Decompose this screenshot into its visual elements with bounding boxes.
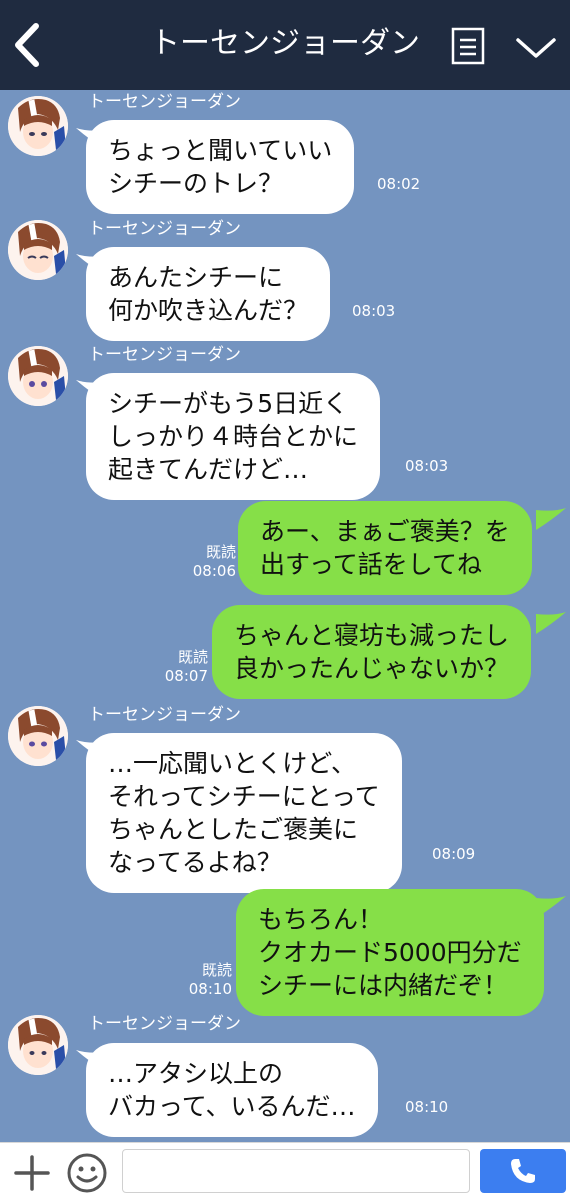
message-time: 08:03	[405, 457, 449, 475]
message-bubble[interactable]: …一応聞いとくけど、 それってシチーにとって ちゃんとしたご褒美に なってるよね…	[86, 733, 402, 893]
message-line: シチーのトレ？	[108, 169, 284, 198]
message-meta: 既読 08:06	[192, 543, 236, 581]
message-time: 08:02	[377, 175, 421, 193]
avatar[interactable]	[8, 1015, 68, 1075]
emoji-button[interactable]	[66, 1152, 108, 1194]
sender-name: トーセンジョーダン	[88, 345, 241, 365]
sender-name: トーセンジョーダン	[88, 219, 241, 239]
message-line: シチーがもう5日近く	[108, 389, 349, 418]
message-bubble[interactable]: …アタシ以上の バカって、いるんだ…	[86, 1043, 378, 1137]
chat-title: トーセンジョーダン	[150, 26, 420, 61]
sender-name: トーセンジョーダン	[88, 705, 241, 725]
call-button[interactable]	[480, 1149, 566, 1193]
message-time: 08:10	[405, 1098, 449, 1116]
input-bar	[0, 1142, 570, 1201]
sender-name: トーセンジョーダン	[88, 92, 241, 112]
bubble-tail	[536, 612, 566, 634]
message-line: しっかり４時台とかに	[108, 422, 359, 451]
avatar-image	[8, 346, 68, 406]
message-line: 何か吹き込んだ？	[108, 296, 309, 325]
back-button[interactable]	[8, 20, 52, 70]
message-line: なってるよね？	[108, 848, 282, 877]
back-arrow-icon	[15, 23, 39, 67]
plus-icon	[14, 1155, 50, 1191]
message-line: バカって、いるんだ…	[108, 1092, 356, 1121]
message-line: …アタシ以上の	[108, 1059, 284, 1088]
message-bubble[interactable]: ちゃんと寝坊も減ったし 良かったんじゃないか？	[212, 605, 532, 699]
message-line: 起きてんだけど…	[108, 455, 309, 484]
dropdown-button[interactable]	[510, 30, 562, 66]
message-line: ちゃんと寝坊も減ったし	[234, 621, 510, 650]
avatar-image	[8, 96, 68, 156]
menu-list-icon	[451, 27, 485, 65]
read-receipt: 既読	[177, 648, 208, 666]
message-line: クオカード5000円分だ	[258, 938, 522, 967]
add-button[interactable]	[12, 1153, 52, 1193]
avatar[interactable]	[8, 96, 68, 156]
read-receipt: 既読	[205, 543, 236, 561]
avatar-image	[8, 706, 68, 766]
message-bubble[interactable]: ちょっと聞いていい シチーのトレ？	[86, 120, 355, 214]
chat-area[interactable]: トーセンジョーダン ちょっと聞いていい シチーのトレ？ 08:02 トーセンジョ…	[0, 90, 570, 1142]
message-time: 08:09	[432, 845, 476, 863]
message-meta: 既読 08:07	[164, 648, 208, 686]
message-line: シチーには内緒だぞ！	[258, 971, 509, 1000]
message-meta: 既読 08:10	[188, 961, 232, 999]
message-bubble[interactable]: もちろん！ クオカード5000円分だ シチーには内緒だぞ！	[236, 889, 544, 1016]
phone-icon	[511, 1159, 535, 1183]
message-line: 良かったんじゃないか？	[234, 654, 510, 683]
message-bubble[interactable]: シチーがもう5日近く しっかり４時台とかに 起きてんだけど…	[86, 373, 381, 500]
chevron-down-icon	[516, 38, 556, 58]
message-bubble[interactable]: あー、まぁご褒美？を 出すって話をしてね	[238, 501, 532, 595]
message-time: 08:03	[352, 302, 396, 320]
message-time: 08:07	[164, 667, 208, 685]
message-line: それってシチーにとって	[108, 782, 380, 811]
read-receipt: 既読	[201, 961, 232, 979]
emoji-icon	[67, 1153, 107, 1193]
message-bubble[interactable]: あんたシチーに 何か吹き込んだ？	[86, 247, 331, 341]
avatar[interactable]	[8, 220, 68, 280]
message-line: 出すって話をしてね	[260, 550, 483, 579]
message-line: もちろん！	[258, 905, 384, 934]
message-line: あんたシチーに	[108, 263, 284, 292]
avatar[interactable]	[8, 706, 68, 766]
message-line: ちゃんとしたご褒美に	[108, 815, 359, 844]
chat-header: トーセンジョーダン	[0, 0, 570, 90]
avatar[interactable]	[8, 346, 68, 406]
message-line: ちょっと聞いていい	[108, 136, 333, 165]
message-line: …一応聞いとくけど、	[108, 749, 357, 778]
menu-button[interactable]	[448, 26, 488, 66]
avatar-image	[8, 220, 68, 280]
bubble-tail	[536, 508, 566, 530]
sender-name: トーセンジョーダン	[88, 1014, 241, 1034]
message-time: 08:06	[192, 562, 236, 580]
message-input[interactable]	[122, 1149, 470, 1193]
avatar-image	[8, 1015, 68, 1075]
message-time: 08:10	[188, 980, 232, 998]
message-line: あー、まぁご褒美？を	[260, 517, 510, 546]
